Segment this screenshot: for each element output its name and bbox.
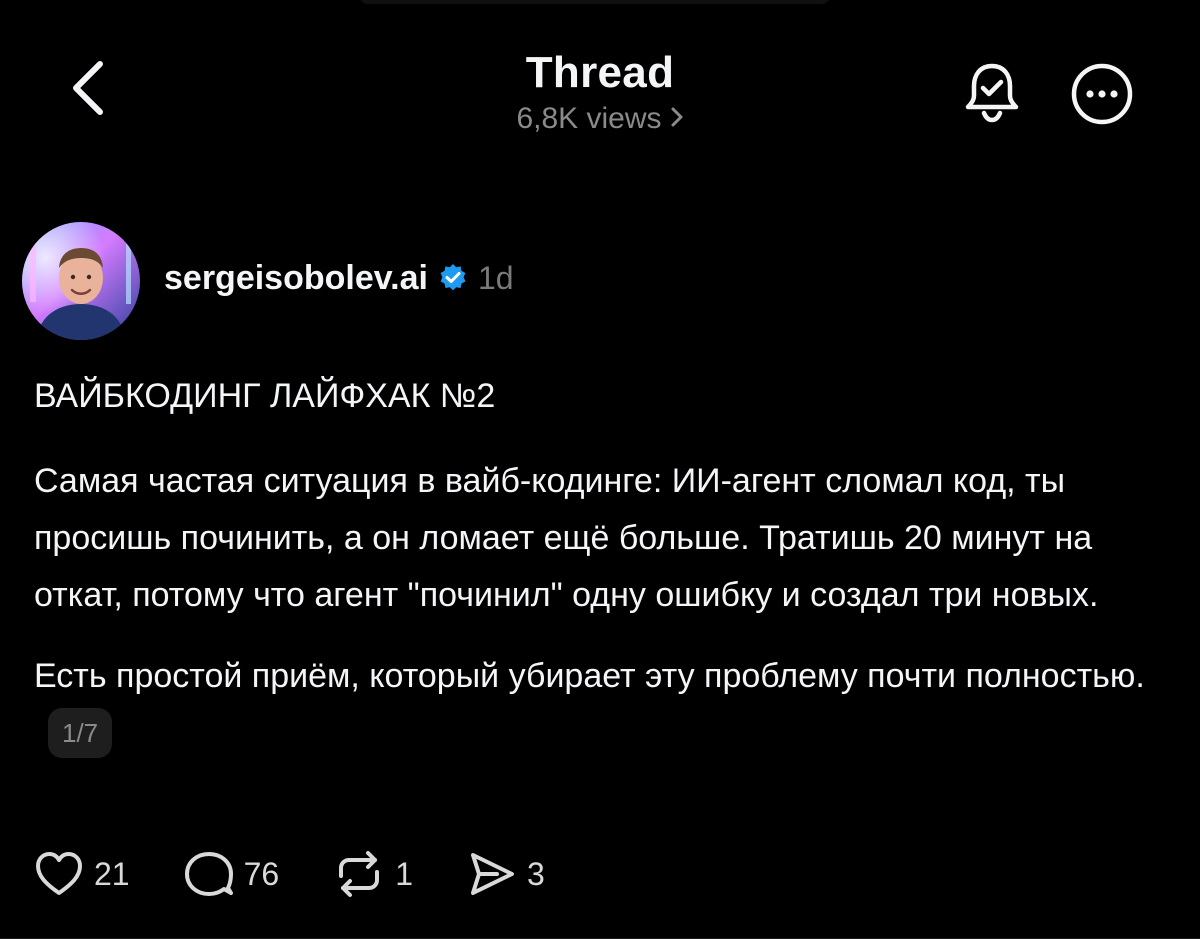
post-paragraph-2-wrap: Есть простой приём, который убирает эту … (34, 648, 1174, 762)
post-body: ВАЙБКОДИНГ ЛАЙФХАК №2 Самая частая ситуа… (34, 368, 1174, 762)
post-time: 1d (477, 259, 514, 296)
like-button[interactable]: 21 (34, 851, 130, 897)
bell-check-icon (962, 60, 1022, 129)
more-options-button[interactable] (1066, 60, 1138, 132)
post-paragraph-2: Есть простой приём, который убирает эту … (34, 657, 1145, 695)
comment-count: 76 (243, 855, 280, 892)
post-actions-bar: 21 76 1 3 (34, 846, 599, 902)
page-indicator-badge: 1/7 (48, 708, 113, 758)
share-count: 3 (526, 855, 545, 892)
repost-button[interactable]: 1 (333, 850, 413, 898)
views-count: 6,8K views (516, 102, 662, 135)
notifications-button[interactable] (958, 60, 1026, 128)
comment-icon (184, 850, 234, 898)
post-author-row: sergeisobolev.ai 1d (22, 222, 514, 340)
repost-count: 1 (395, 855, 413, 892)
send-icon (467, 850, 517, 898)
repost-icon (333, 850, 385, 898)
like-count: 21 (94, 855, 130, 892)
chevron-right-icon (670, 102, 684, 136)
views-link[interactable]: 6,8K views (516, 102, 683, 136)
post-title: ВАЙБКОДИНГ ЛАЙФХАК №2 (34, 377, 496, 415)
author-meta: sergeisobolev.ai 1d (164, 259, 514, 298)
heart-icon (34, 851, 84, 897)
more-circle-icon (1070, 62, 1134, 131)
verified-badge-icon (438, 263, 468, 293)
share-button[interactable]: 3 (467, 850, 545, 898)
author-username[interactable]: sergeisobolev.ai (164, 259, 428, 298)
comment-button[interactable]: 76 (184, 850, 280, 898)
post-paragraph-1: Самая частая ситуация в вайб-кодинге: ИИ… (34, 462, 1099, 614)
thread-header: Thread 6,8K views (0, 0, 1200, 170)
avatar[interactable] (22, 222, 140, 340)
